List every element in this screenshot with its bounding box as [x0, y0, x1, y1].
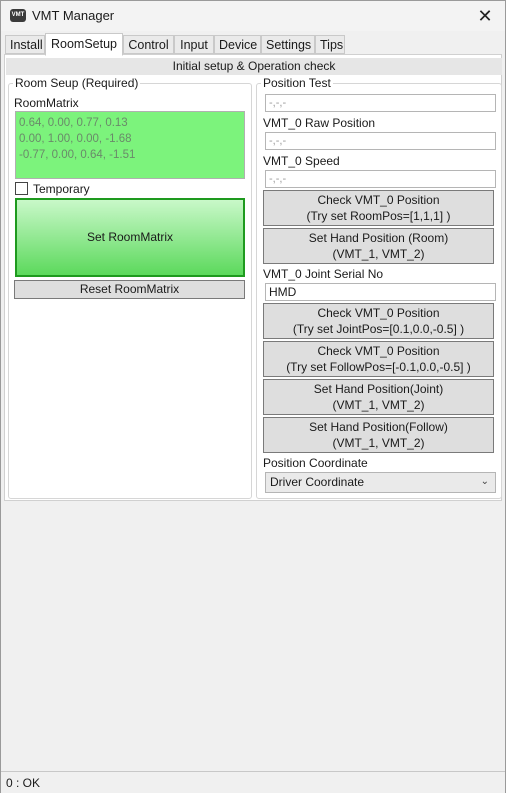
status-bar: 0 : OK [1, 771, 505, 793]
main-window: VMT VMT Manager ✕ Install RoomSetup Cont… [0, 0, 506, 793]
button-line: Check VMT_0 Position [317, 306, 440, 320]
app-logo-icon: VMT [10, 9, 26, 22]
raw-position-label: VMT_0 Raw Position [263, 116, 376, 130]
speed-label: VMT_0 Speed [263, 154, 340, 168]
tab-install[interactable]: Install [5, 35, 45, 54]
check-room-position-button[interactable]: Check VMT_0 Position (Try set RoomPos=[1… [263, 190, 494, 226]
button-line: (Try set JointPos=[0.1,0.0,-0.5] ) [292, 322, 465, 336]
matrix-row: 0.64, 0.00, 0.77, 0.13 [19, 117, 128, 129]
set-roommatrix-button[interactable]: Set RoomMatrix [15, 198, 245, 277]
chevron-down-icon: ⌄ [480, 476, 489, 487]
room-setup-group-title: Room Seup (Required) [13, 76, 141, 90]
button-line: Check VMT_0 Position [317, 344, 440, 358]
set-hand-room-button[interactable]: Set Hand Position (Room) (VMT_1, VMT_2) [263, 228, 494, 264]
set-hand-follow-button[interactable]: Set Hand Position(Follow) (VMT_1, VMT_2) [263, 417, 494, 453]
button-line: (VMT_1, VMT_2) [332, 247, 425, 261]
matrix-row: 0.00, 1.00, 0.00, -1.68 [19, 133, 132, 145]
tab-tips[interactable]: Tips [315, 35, 345, 54]
raw-position-field[interactable]: -,-,- [265, 132, 496, 150]
button-line: Set Hand Position(Joint) [313, 382, 444, 396]
window-title: VMT Manager [32, 8, 115, 23]
button-line: (VMT_1, VMT_2) [332, 398, 425, 412]
roommatrix-textbox[interactable]: 0.64, 0.00, 0.77, 0.13 0.00, 1.00, 0.00,… [15, 111, 245, 179]
roommatrix-label: RoomMatrix [14, 96, 79, 110]
set-hand-joint-button[interactable]: Set Hand Position(Joint) (VMT_1, VMT_2) [263, 379, 494, 415]
tab-device[interactable]: Device [214, 35, 261, 54]
tab-roomsetup[interactable]: RoomSetup [45, 33, 123, 56]
tab-settings[interactable]: Settings [261, 35, 315, 54]
roomsetup-panel: Initial setup & Operation check Room Seu… [4, 54, 502, 501]
tab-input[interactable]: Input [174, 35, 214, 54]
button-line: Set Hand Position(Follow) [309, 420, 448, 434]
temporary-checkbox[interactable] [15, 182, 28, 195]
button-line: (Try set FollowPos=[-0.1,0.0,-0.5] ) [286, 360, 471, 374]
position-test-field[interactable]: -,-,- [265, 94, 496, 112]
button-line: (VMT_1, VMT_2) [332, 436, 425, 450]
joint-serial-label: VMT_0 Joint Serial No [263, 267, 384, 281]
joint-serial-field[interactable]: HMD [265, 283, 496, 301]
temporary-label: Temporary [33, 182, 90, 196]
check-joint-position-button[interactable]: Check VMT_0 Position (Try set JointPos=[… [263, 303, 494, 339]
section-banner: Initial setup & Operation check [6, 58, 502, 75]
select-value: Driver Coordinate [270, 475, 365, 489]
button-line: Check VMT_0 Position [317, 193, 440, 207]
tab-control[interactable]: Control [123, 35, 174, 54]
reset-roommatrix-button[interactable]: Reset RoomMatrix [14, 280, 245, 299]
matrix-row: -0.77, 0.00, 0.64, -1.51 [19, 149, 136, 161]
status-text: 0 : OK [6, 776, 41, 790]
check-follow-position-button[interactable]: Check VMT_0 Position (Try set FollowPos=… [263, 341, 494, 377]
button-line: (Try set RoomPos=[1,1,1] ) [306, 209, 451, 223]
title-bar: VMT VMT Manager ✕ [1, 1, 505, 31]
speed-field[interactable]: -,-,- [265, 170, 496, 188]
position-coordinate-select[interactable]: Driver Coordinate ⌄ [265, 472, 496, 493]
close-icon[interactable]: ✕ [465, 1, 505, 31]
position-test-group-title: Position Test [261, 76, 333, 90]
button-line: Set Hand Position (Room) [308, 231, 449, 245]
position-coordinate-label: Position Coordinate [263, 456, 368, 470]
